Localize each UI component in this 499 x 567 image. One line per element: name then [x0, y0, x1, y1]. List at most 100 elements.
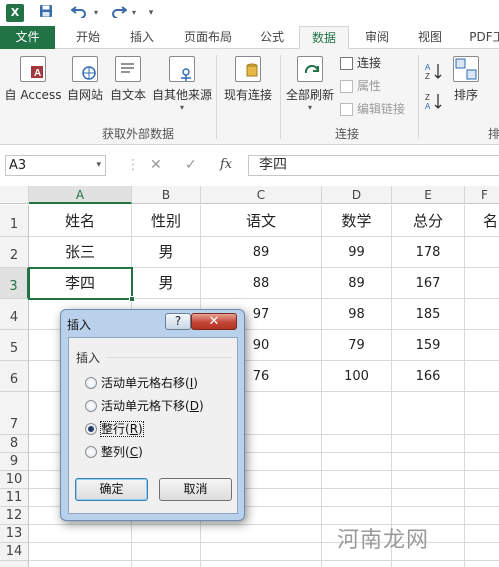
- cell-f2[interactable]: [465, 237, 499, 268]
- cell-a2[interactable]: 张三: [29, 237, 132, 268]
- row-header[interactable]: 2: [0, 237, 29, 268]
- row-header[interactable]: 14: [0, 543, 29, 561]
- customize-qat-icon[interactable]: ▾: [146, 4, 156, 22]
- cell-d5[interactable]: 79: [322, 330, 392, 361]
- cell-c3[interactable]: 88: [201, 268, 322, 299]
- close-button[interactable]: ✕: [191, 313, 237, 330]
- row-header[interactable]: 7: [0, 392, 29, 435]
- column-header-a[interactable]: A: [29, 186, 132, 204]
- ok-button[interactable]: 确定: [75, 478, 148, 501]
- tab-file[interactable]: 文件: [0, 26, 55, 49]
- row-header[interactable]: 1: [0, 205, 29, 237]
- tab-pdf[interactable]: PDF工: [462, 26, 499, 49]
- row-header[interactable]: 13: [0, 525, 29, 543]
- cell-b2[interactable]: 男: [132, 237, 201, 268]
- column-header-b[interactable]: B: [132, 186, 201, 204]
- cell-f6[interactable]: [465, 361, 499, 392]
- cell-e1[interactable]: 总分: [392, 205, 465, 237]
- properties-item[interactable]: 属性: [340, 77, 381, 95]
- insert-function-button[interactable]: fx: [220, 157, 232, 172]
- cell-d2[interactable]: 99: [322, 237, 392, 268]
- edit-links-item[interactable]: 编辑链接: [340, 100, 405, 118]
- column-header-e[interactable]: E: [392, 186, 465, 204]
- tab-formulas[interactable]: 公式: [250, 26, 294, 49]
- cell-d4[interactable]: 98: [322, 299, 392, 330]
- undo-dropdown-icon[interactable]: ▾: [92, 4, 100, 22]
- redo-icon[interactable]: [108, 4, 130, 22]
- row-header[interactable]: 8: [0, 435, 29, 453]
- row-header[interactable]: 4: [0, 299, 29, 330]
- redo-dropdown-icon[interactable]: ▾: [130, 4, 138, 22]
- option-shift-down[interactable]: 活动单元格下移(D): [85, 398, 204, 414]
- cell-d6[interactable]: 100: [322, 361, 392, 392]
- option-label: 活动单元格下移(D): [101, 399, 204, 413]
- cell-a1[interactable]: 姓名: [29, 205, 132, 237]
- cell-e2[interactable]: 178: [392, 237, 465, 268]
- option-label: 活动单元格右移(I): [101, 376, 198, 390]
- radio-shift-down[interactable]: [85, 399, 97, 412]
- existing-connections-icon: [235, 56, 261, 82]
- radio-shift-right[interactable]: [85, 376, 97, 389]
- select-all-corner[interactable]: [0, 186, 29, 204]
- excel-logo-icon[interactable]: X: [6, 4, 24, 22]
- help-button[interactable]: ?: [165, 313, 191, 330]
- row-header[interactable]: 5: [0, 330, 29, 361]
- cell-b3[interactable]: 男: [132, 268, 201, 299]
- cell-e6[interactable]: 166: [392, 361, 465, 392]
- cell-e4[interactable]: 185: [392, 299, 465, 330]
- row-header[interactable]: 12: [0, 507, 29, 525]
- from-text-button[interactable]: 自文本: [107, 56, 149, 103]
- cell-f4[interactable]: [465, 299, 499, 330]
- refresh-all-button[interactable]: 全部刷新 ▾: [284, 56, 336, 112]
- cell-c2[interactable]: 89: [201, 237, 322, 268]
- row-header[interactable]: [0, 561, 29, 567]
- cell-b1[interactable]: 性别: [132, 205, 201, 237]
- sort-button[interactable]: 排序: [450, 56, 482, 103]
- cell-f5[interactable]: [465, 330, 499, 361]
- undo-icon[interactable]: [68, 4, 90, 22]
- row-header[interactable]: 3: [0, 268, 29, 299]
- cell-d3[interactable]: 89: [322, 268, 392, 299]
- option-entire-column[interactable]: 整列(C): [85, 444, 143, 460]
- cell-f3[interactable]: [465, 268, 499, 299]
- fill-handle[interactable]: [129, 296, 135, 302]
- enter-entry-icon[interactable]: ✓: [185, 157, 197, 173]
- column-header-c[interactable]: C: [201, 186, 322, 204]
- option-shift-right[interactable]: 活动单元格右移(I): [85, 375, 198, 391]
- cell-c1[interactable]: 语文: [201, 205, 322, 237]
- tab-insert[interactable]: 插入: [118, 26, 166, 49]
- from-access-button[interactable]: A 自 Access: [4, 56, 62, 103]
- name-box-dropdown-icon[interactable]: ▾: [96, 156, 101, 175]
- option-entire-row[interactable]: 整行(R): [85, 421, 144, 437]
- refresh-all-label: 全部刷新: [285, 88, 334, 102]
- connections-item[interactable]: 连接: [340, 54, 381, 72]
- cancel-button[interactable]: 取消: [159, 478, 232, 501]
- tab-home[interactable]: 开始: [64, 26, 112, 49]
- sort-ascending-button[interactable]: AZ: [424, 61, 444, 84]
- tab-data[interactable]: 数据: [299, 26, 349, 49]
- column-header-d[interactable]: D: [322, 186, 392, 204]
- from-web-button[interactable]: 自网站: [64, 56, 106, 103]
- from-other-sources-button[interactable]: 自其他来源 ▾: [150, 56, 214, 112]
- tab-review[interactable]: 审阅: [355, 26, 399, 49]
- row-header[interactable]: 6: [0, 361, 29, 392]
- column-header-f[interactable]: F: [465, 186, 499, 204]
- cell-e5[interactable]: 159: [392, 330, 465, 361]
- cell-f1[interactable]: 名: [465, 205, 499, 237]
- quick-access-toolbar: X ▾ ▾ ▾: [0, 0, 499, 26]
- row-header[interactable]: 11: [0, 489, 29, 507]
- cancel-entry-icon[interactable]: ✕: [150, 157, 162, 173]
- formula-input[interactable]: 李四: [248, 155, 499, 176]
- radio-entire-column[interactable]: [85, 445, 97, 458]
- tab-view[interactable]: 视图: [408, 26, 452, 49]
- row-header[interactable]: 10: [0, 471, 29, 489]
- row-header[interactable]: 9: [0, 453, 29, 471]
- sort-descending-button[interactable]: ZA: [424, 91, 444, 114]
- save-icon[interactable]: [38, 4, 54, 22]
- cell-d1[interactable]: 数学: [322, 205, 392, 237]
- name-box[interactable]: A3 ▾: [5, 155, 106, 176]
- radio-entire-row[interactable]: [85, 422, 97, 435]
- tab-page-layout[interactable]: 页面布局: [172, 26, 244, 49]
- cell-e3[interactable]: 167: [392, 268, 465, 299]
- existing-connections-button[interactable]: 现有连接: [220, 56, 276, 103]
